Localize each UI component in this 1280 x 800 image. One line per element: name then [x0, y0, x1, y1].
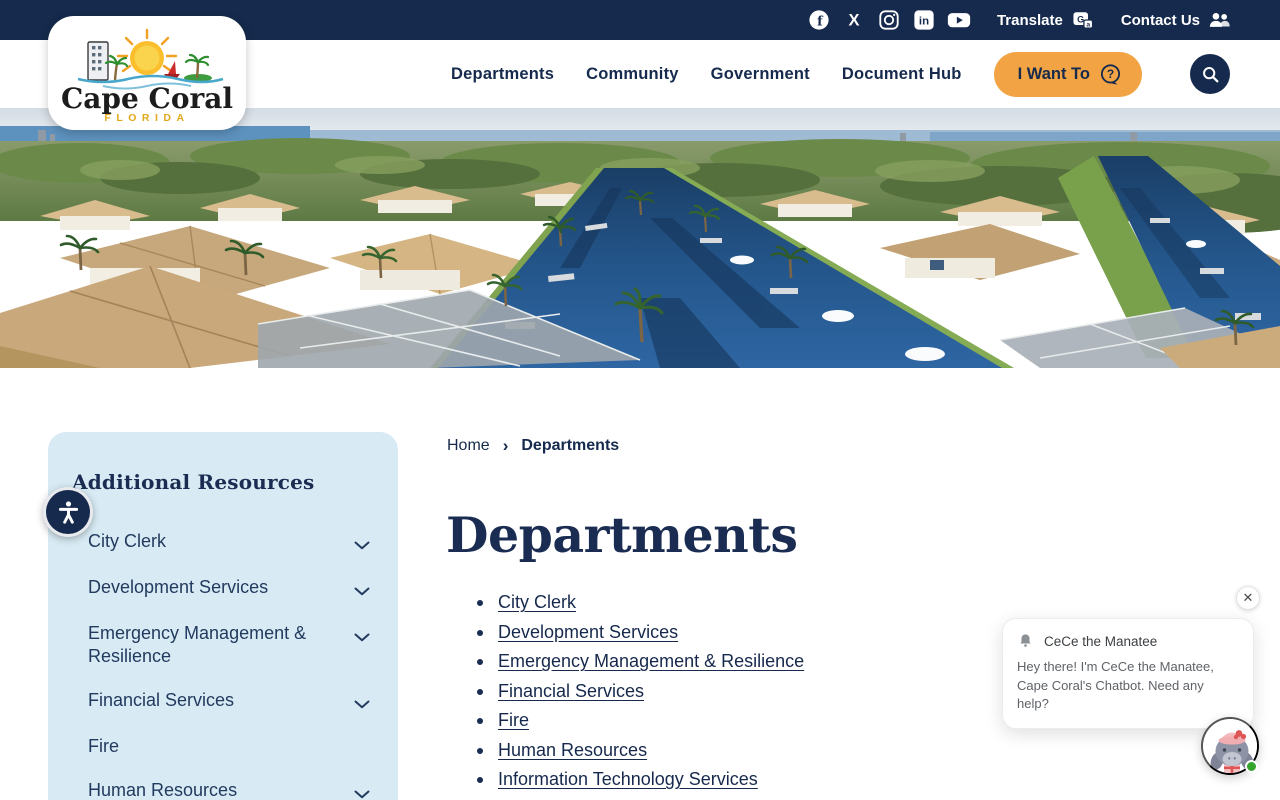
- breadcrumb-current: Departments: [521, 437, 620, 454]
- nav-document-hub[interactable]: Document Hub: [842, 65, 962, 84]
- chevron-right-icon: ›: [502, 436, 509, 455]
- chevron-down-icon: [354, 583, 370, 601]
- accessibility-button[interactable]: [43, 487, 93, 537]
- chat-message: Hey there! I'm CeCe the Manatee, Cape Co…: [1017, 659, 1214, 711]
- youtube-icon[interactable]: [947, 8, 971, 32]
- search-icon: [1202, 66, 1218, 82]
- sidebar-title: Additional Resources: [72, 470, 315, 494]
- list-item: Financial Services: [477, 681, 804, 701]
- sidebar-item-development-services[interactable]: Development Services: [72, 566, 370, 612]
- translate-button[interactable]: Translate Ga: [997, 8, 1095, 32]
- linkedin-icon[interactable]: in: [912, 8, 936, 32]
- link-city-clerk[interactable]: City Clerk: [498, 592, 576, 612]
- additional-resources-panel: Additional Resources City Clerk Developm…: [48, 432, 398, 800]
- bell-icon: [1020, 634, 1031, 647]
- svg-text:X: X: [848, 12, 859, 30]
- i-want-to-button[interactable]: I Want To ?: [993, 51, 1142, 97]
- translate-icon: Ga: [1071, 8, 1095, 32]
- nav-departments[interactable]: Departments: [451, 65, 554, 84]
- instagram-icon[interactable]: [877, 8, 901, 32]
- close-icon: ✕: [1242, 590, 1254, 605]
- sidebar-item-fire[interactable]: Fire: [72, 725, 370, 769]
- svg-text:FLORIDA: FLORIDA: [104, 112, 189, 124]
- question-icon: ?: [1099, 63, 1122, 86]
- x-twitter-icon[interactable]: X: [842, 8, 866, 32]
- nav-community[interactable]: Community: [586, 65, 679, 84]
- contact-us-button[interactable]: Contact Us: [1121, 8, 1232, 32]
- link-development-services[interactable]: Development Services: [498, 622, 678, 642]
- page-title: Departments: [446, 506, 798, 564]
- svg-text:G: G: [1077, 14, 1084, 24]
- translate-label: Translate: [996, 11, 1063, 29]
- link-human-resources[interactable]: Human Resources: [498, 740, 647, 760]
- accessibility-icon: [58, 500, 78, 524]
- list-item: Fire: [477, 711, 804, 730]
- chat-bubble[interactable]: CeCe the Manatee Hey there! I'm CeCe the…: [1002, 618, 1254, 729]
- department-links-list: City Clerk Development Services Emergenc…: [477, 593, 804, 800]
- page: f X in Translate Ga Contact Us Departmen…: [0, 0, 1280, 800]
- sidebar-item-city-clerk[interactable]: City Clerk: [72, 520, 370, 566]
- link-financial-services[interactable]: Financial Services: [498, 681, 644, 701]
- chevron-down-icon: [354, 629, 370, 647]
- list-item: Information Technology Services: [477, 770, 804, 789]
- list-item: Human Resources: [477, 740, 804, 760]
- breadcrumb: Home › Departments: [447, 436, 619, 456]
- sidebar-item-human-resources[interactable]: Human Resources: [72, 769, 370, 800]
- chevron-down-icon: [354, 696, 370, 714]
- i-want-to-label: I Want To: [1017, 64, 1090, 83]
- list-item: Emergency Management & Resilience: [477, 652, 804, 671]
- cape-coral-logo[interactable]: Cape Coral FLORIDA: [48, 16, 246, 130]
- sidebar-item-financial-services[interactable]: Financial Services: [72, 679, 370, 725]
- social-links: f X in: [807, 8, 971, 32]
- chevron-down-icon: [354, 786, 370, 800]
- facebook-icon[interactable]: f: [807, 8, 831, 32]
- people-icon: [1208, 8, 1232, 32]
- chat-close-button[interactable]: ✕: [1236, 586, 1260, 610]
- svg-text:in: in: [919, 16, 929, 28]
- nav-government[interactable]: Government: [711, 65, 810, 84]
- svg-text:a: a: [1086, 22, 1090, 29]
- chevron-down-icon: [354, 537, 370, 555]
- svg-text:?: ?: [1107, 67, 1114, 81]
- chat-title: CeCe the Manatee: [1044, 633, 1158, 649]
- online-status-dot: [1245, 760, 1258, 773]
- contact-us-label: Contact Us: [1120, 11, 1200, 29]
- breadcrumb-home-link[interactable]: Home: [447, 437, 490, 455]
- svg-text:Cape Coral: Cape Coral: [61, 82, 233, 115]
- hero-image: [0, 108, 1280, 368]
- sidebar-item-emergency-management[interactable]: Emergency Management & Resilience: [72, 612, 370, 679]
- chat-header: CeCe the Manatee: [1017, 632, 1237, 650]
- search-button[interactable]: [1190, 54, 1230, 94]
- link-information-technology[interactable]: Information Technology Services: [498, 769, 758, 789]
- list-item: Development Services: [477, 622, 804, 642]
- link-fire[interactable]: Fire: [498, 710, 529, 730]
- list-item: City Clerk: [477, 593, 804, 612]
- link-emergency-management[interactable]: Emergency Management & Resilience: [498, 651, 804, 671]
